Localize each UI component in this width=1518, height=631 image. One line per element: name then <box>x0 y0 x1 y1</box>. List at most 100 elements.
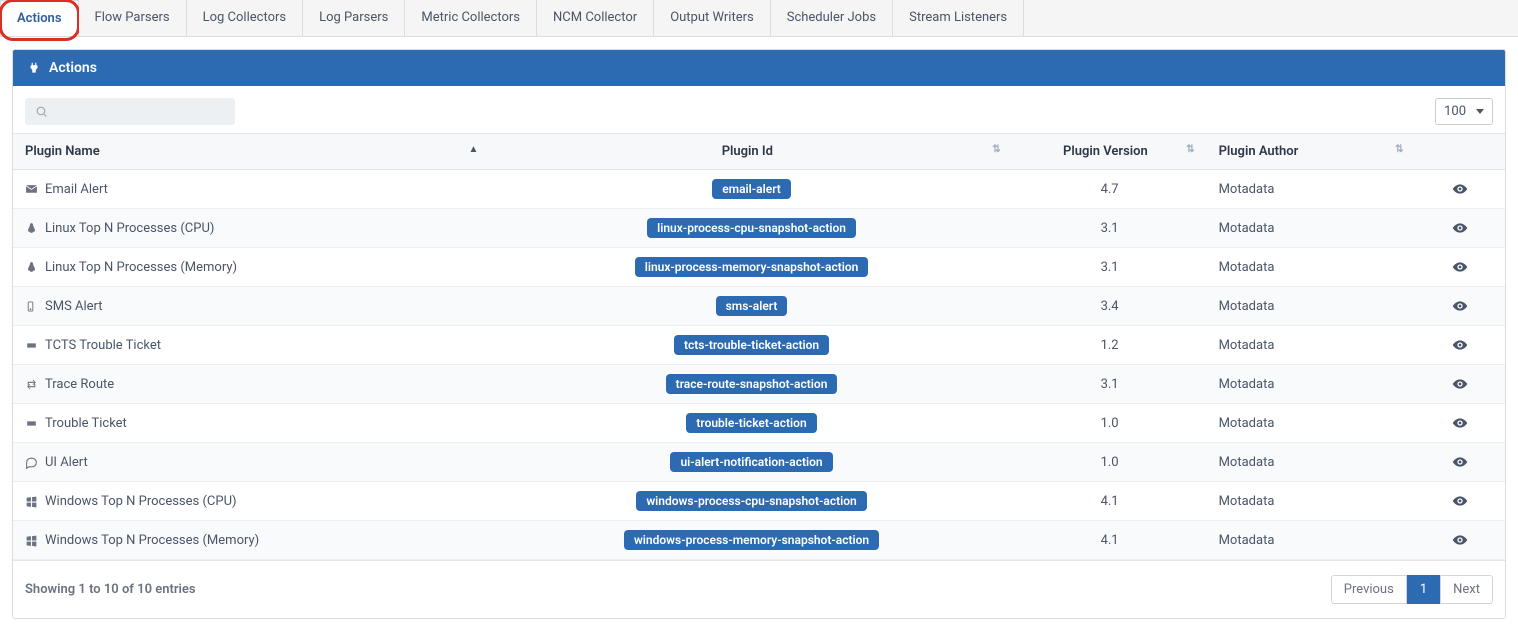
page-size-select[interactable]: 100 <box>1435 98 1493 125</box>
cell-plugin-name: Linux Top N Processes (Memory) <box>13 248 490 287</box>
col-header-label: Plugin Version <box>1063 144 1148 159</box>
eye-icon[interactable] <box>1452 220 1468 235</box>
plugin-name-text: Windows Top N Processes (CPU) <box>45 494 237 509</box>
cell-plugin-id: linux-process-cpu-snapshot-action <box>490 209 1012 248</box>
page-1-button[interactable]: 1 <box>1407 575 1440 604</box>
cell-view-action <box>1415 521 1505 560</box>
active-tab-highlight <box>0 0 80 41</box>
cell-plugin-name: UI Alert <box>13 443 490 482</box>
cell-plugin-author: Motadata <box>1207 326 1416 365</box>
cell-plugin-version: 3.1 <box>1013 248 1207 287</box>
cell-plugin-name: Trouble Ticket <box>13 404 490 443</box>
tab-log-parsers[interactable]: Log Parsers <box>303 0 405 36</box>
tab-stream-listeners[interactable]: Stream Listeners <box>893 0 1024 36</box>
cell-plugin-id: ui-alert-notification-action <box>490 443 1012 482</box>
cell-view-action <box>1415 170 1505 209</box>
cell-plugin-author: Motadata <box>1207 521 1416 560</box>
eye-icon[interactable] <box>1452 337 1468 352</box>
tab-metric-collectors[interactable]: Metric Collectors <box>405 0 537 36</box>
cell-plugin-id: sms-alert <box>490 287 1012 326</box>
cell-plugin-author: Motadata <box>1207 443 1416 482</box>
tab-ncm-collector[interactable]: NCM Collector <box>537 0 654 36</box>
ticket-icon <box>25 338 39 353</box>
sort-asc-icon: ▲ <box>469 144 479 155</box>
plugin-name-text: UI Alert <box>45 455 88 470</box>
plugin-id-badge: linux-process-memory-snapshot-action <box>635 257 869 277</box>
plugins-table: Plugin Name ▲ Plugin Id ⇅ Plugin Version… <box>13 133 1505 560</box>
cell-plugin-id: trouble-ticket-action <box>490 404 1012 443</box>
cell-plugin-id: linux-process-memory-snapshot-action <box>490 248 1012 287</box>
eye-icon[interactable] <box>1452 298 1468 313</box>
caret-down-icon <box>1476 109 1484 114</box>
comment-icon <box>25 455 39 470</box>
plugin-name-text: Trace Route <box>45 377 114 392</box>
eye-icon[interactable] <box>1452 493 1468 508</box>
table-row: Linux Top N Processes (Memory) linux-proc… <box>13 248 1505 287</box>
col-plugin-name[interactable]: Plugin Name ▲ <box>13 134 490 170</box>
plugin-id-badge: windows-process-memory-snapshot-action <box>624 530 879 550</box>
tab-output-writers[interactable]: Output Writers <box>654 0 771 36</box>
col-plugin-id[interactable]: Plugin Id ⇅ <box>490 134 1012 170</box>
cell-view-action <box>1415 287 1505 326</box>
col-plugin-author[interactable]: Plugin Author ⇅ <box>1207 134 1416 170</box>
cell-plugin-id: windows-process-cpu-snapshot-action <box>490 482 1012 521</box>
plugin-name-text: TCTS Trouble Ticket <box>45 338 161 353</box>
cell-plugin-version: 4.1 <box>1013 521 1207 560</box>
eye-icon[interactable] <box>1452 454 1468 469</box>
cell-plugin-version: 1.0 <box>1013 404 1207 443</box>
table-row: Linux Top N Processes (CPU) linux-process… <box>13 209 1505 248</box>
col-actions <box>1415 134 1505 170</box>
table-row: Windows Top N Processes (CPU) windows-pro… <box>13 482 1505 521</box>
plugin-id-badge: trouble-ticket-action <box>686 413 816 433</box>
prev-button[interactable]: Previous <box>1331 575 1407 604</box>
tab-scheduler-jobs[interactable]: Scheduler Jobs <box>771 0 893 36</box>
cell-plugin-name: Linux Top N Processes (CPU) <box>13 209 490 248</box>
cell-plugin-author: Motadata <box>1207 170 1416 209</box>
search-input[interactable] <box>54 104 225 119</box>
cell-plugin-author: Motadata <box>1207 248 1416 287</box>
actions-panel: Actions 100 Plugin Name ▲ Plugin Id ⇅ <box>12 49 1506 619</box>
plugin-id-badge: windows-process-cpu-snapshot-action <box>636 491 866 511</box>
eye-icon[interactable] <box>1452 259 1468 274</box>
cell-view-action <box>1415 248 1505 287</box>
cell-plugin-name: SMS Alert <box>13 287 490 326</box>
tab-actions[interactable]: Actions <box>0 0 79 36</box>
eye-icon[interactable] <box>1452 181 1468 196</box>
tab-flow-parsers[interactable]: Flow Parsers <box>79 0 187 36</box>
table-row: TCTS Trouble Tickettcts-trouble-ticket-a… <box>13 326 1505 365</box>
plug-icon <box>27 60 41 76</box>
eye-icon[interactable] <box>1452 415 1468 430</box>
search-input-wrapper[interactable] <box>25 98 235 125</box>
tabs-bar: ActionsFlow ParsersLog CollectorsLog Par… <box>0 0 1518 37</box>
plugin-name-text: SMS Alert <box>45 299 103 314</box>
table-row: Windows Top N Processes (Memory) windows-… <box>13 521 1505 560</box>
cell-plugin-author: Motadata <box>1207 209 1416 248</box>
cell-plugin-id: trace-route-snapshot-action <box>490 365 1012 404</box>
cell-view-action <box>1415 365 1505 404</box>
plugin-name-text: Linux Top N Processes (Memory) <box>45 260 237 275</box>
plugin-name-text: Linux Top N Processes (CPU) <box>45 221 214 236</box>
table-row: SMS Alertsms-alert3.4Motadata <box>13 287 1505 326</box>
eye-icon[interactable] <box>1452 376 1468 391</box>
panel-header: Actions <box>13 50 1505 86</box>
linux-icon <box>25 260 39 275</box>
cell-plugin-author: Motadata <box>1207 287 1416 326</box>
cell-view-action <box>1415 404 1505 443</box>
cell-plugin-author: Motadata <box>1207 404 1416 443</box>
mobile-icon <box>25 299 39 314</box>
ticket-icon <box>25 416 39 431</box>
eye-icon[interactable] <box>1452 532 1468 547</box>
cell-plugin-version: 3.1 <box>1013 365 1207 404</box>
cell-plugin-version: 4.7 <box>1013 170 1207 209</box>
plugin-id-badge: sms-alert <box>716 296 788 316</box>
cell-plugin-author: Motadata <box>1207 365 1416 404</box>
cell-view-action <box>1415 443 1505 482</box>
tab-log-collectors[interactable]: Log Collectors <box>187 0 304 36</box>
cell-plugin-author: Motadata <box>1207 482 1416 521</box>
col-plugin-version[interactable]: Plugin Version ⇅ <box>1013 134 1207 170</box>
linux-icon <box>25 221 39 236</box>
retweet-icon <box>25 377 39 392</box>
cell-view-action <box>1415 326 1505 365</box>
plugin-name-text: Windows Top N Processes (Memory) <box>45 533 259 548</box>
next-button[interactable]: Next <box>1440 575 1493 604</box>
